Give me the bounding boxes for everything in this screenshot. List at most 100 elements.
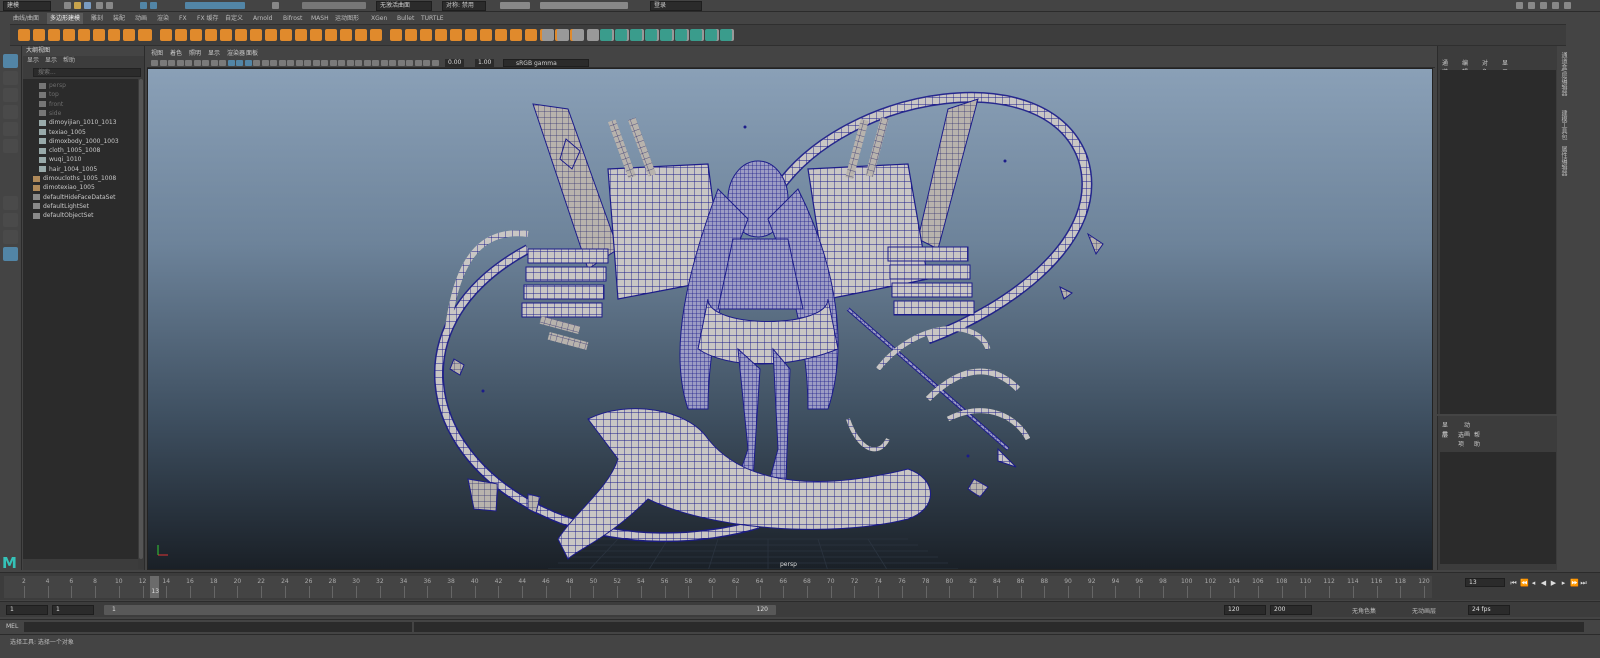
redo-icon[interactable] bbox=[106, 2, 113, 9]
shelf-tab[interactable]: Arnold bbox=[250, 13, 275, 24]
viewport-toolbar-icon[interactable] bbox=[329, 60, 337, 66]
shelf-tool-icon[interactable] bbox=[310, 29, 322, 41]
shelf-tab[interactable]: MASH bbox=[308, 13, 332, 24]
side-tab-modeling-toolkit[interactable]: 建模工具包 bbox=[1560, 110, 1568, 140]
shelf-tool-icon[interactable] bbox=[525, 29, 537, 41]
shelf-tool-icon[interactable] bbox=[572, 29, 584, 41]
go-to-end-icon[interactable]: ⏭ bbox=[1580, 579, 1587, 587]
outliner-item[interactable]: wuqi_1010 bbox=[39, 155, 81, 164]
outliner-scroll-thumb[interactable] bbox=[139, 79, 143, 559]
paint-select-tool-icon[interactable] bbox=[3, 88, 18, 102]
shelf-tool-icon[interactable] bbox=[140, 29, 152, 41]
shelf-tool-icon[interactable] bbox=[48, 29, 60, 41]
symmetry-dropdown[interactable]: 对称: 禁用 bbox=[442, 1, 486, 11]
move-tool-icon[interactable] bbox=[3, 105, 18, 119]
shelf-tab[interactable]: 运动图形 bbox=[332, 13, 362, 24]
viewport-toolbar-icon[interactable] bbox=[202, 60, 209, 66]
3d-viewport[interactable]: persp bbox=[147, 68, 1433, 570]
shelf-tool-icon[interactable] bbox=[160, 29, 172, 41]
shelf-tool-icon[interactable] bbox=[465, 29, 477, 41]
outliner-item[interactable]: hair_1004_1005 bbox=[39, 165, 97, 174]
step-back-frame-icon[interactable]: ◂ bbox=[1530, 579, 1537, 587]
viewport-toolbar-icon[interactable] bbox=[346, 60, 354, 66]
lock-selection-icon[interactable] bbox=[272, 2, 279, 9]
shelf-tool-icon[interactable] bbox=[630, 29, 642, 41]
step-forward-key-icon[interactable]: ⏩ bbox=[1570, 579, 1579, 587]
shelf-tab[interactable]: TURTLE bbox=[418, 13, 447, 24]
shelf-tool-icon[interactable] bbox=[265, 29, 277, 41]
viewport-toolbar-icon[interactable] bbox=[397, 60, 405, 66]
viewport-toolbar-icon[interactable] bbox=[355, 60, 362, 66]
render-icons[interactable] bbox=[540, 2, 628, 9]
shelf-tool-icon[interactable] bbox=[645, 29, 657, 41]
shelf-tool-icon[interactable] bbox=[123, 29, 135, 41]
shelf-tool-icon[interactable] bbox=[660, 29, 672, 41]
settings-icon[interactable] bbox=[1516, 2, 1523, 9]
play-forward-icon[interactable]: ▶ bbox=[1550, 579, 1557, 587]
shelf-tool-icon[interactable] bbox=[510, 29, 522, 41]
quick-layout-icon[interactable] bbox=[3, 247, 18, 261]
viewport-menu-item[interactable]: 视图 bbox=[151, 48, 163, 57]
viewport-menu-item[interactable]: 面板 bbox=[246, 48, 258, 57]
shelf-tool-icon[interactable] bbox=[542, 29, 554, 41]
viewport-toolbar-icon[interactable] bbox=[304, 60, 311, 66]
shelf-tool-icon[interactable] bbox=[587, 29, 599, 41]
viewport-menu-item[interactable]: 显示 bbox=[208, 48, 220, 57]
viewport-toolbar-icon[interactable] bbox=[270, 60, 277, 66]
shelf-tab[interactable]: Bifrost bbox=[280, 13, 305, 24]
color-space-dropdown[interactable]: sRGB gamma bbox=[503, 59, 589, 67]
go-to-start-icon[interactable]: ⏮ bbox=[1510, 579, 1517, 587]
viewport-toolbar-icon[interactable] bbox=[244, 60, 252, 66]
shelf-tab[interactable]: Bullet bbox=[394, 13, 417, 24]
shelf-tab[interactable]: 雕刻 bbox=[88, 13, 106, 24]
open-scene-icon[interactable] bbox=[74, 2, 81, 9]
shelf-tool-icon[interactable] bbox=[190, 29, 202, 41]
shelf-tab[interactable]: 曲线/曲面 bbox=[10, 13, 42, 24]
viewport-toolbar-icon[interactable] bbox=[372, 60, 379, 66]
shelf-tool-icon[interactable] bbox=[600, 29, 612, 41]
single-view-layout-icon[interactable] bbox=[3, 196, 18, 210]
shelf-tool-icon[interactable] bbox=[405, 29, 417, 41]
live-surface-field[interactable]: 无激活曲面 bbox=[376, 1, 432, 11]
viewport-toolbar-icon[interactable] bbox=[295, 60, 303, 66]
shelf-tab[interactable]: 动画 bbox=[132, 13, 150, 24]
shelf-tool-icon[interactable] bbox=[435, 29, 447, 41]
viewport-toolbar-icon[interactable] bbox=[168, 60, 175, 66]
shelf-tool-icon[interactable] bbox=[705, 29, 717, 41]
outliner-menu-item[interactable]: 显示 bbox=[45, 56, 57, 65]
shelf-tool-icon[interactable] bbox=[63, 29, 75, 41]
select-object-icon[interactable] bbox=[150, 2, 157, 9]
outliner-item[interactable]: top bbox=[39, 90, 59, 99]
shelf-tool-icon[interactable] bbox=[450, 29, 462, 41]
outliner-item[interactable]: front bbox=[39, 100, 63, 109]
layer-editor-menu-item[interactable]: 层 bbox=[1442, 430, 1448, 439]
shelf-tool-icon[interactable] bbox=[280, 29, 292, 41]
outliner-item[interactable]: dimoyijian_1010_1013 bbox=[39, 118, 117, 127]
selection-mask-icons[interactable] bbox=[185, 2, 245, 9]
shelf-tool-icon[interactable] bbox=[720, 29, 732, 41]
outliner-item[interactable]: defaultLightSet bbox=[33, 202, 89, 211]
playback-end-field[interactable]: 120 bbox=[1224, 605, 1266, 615]
shelf-tool-icon[interactable] bbox=[675, 29, 687, 41]
viewport-toolbar-icon[interactable] bbox=[219, 60, 226, 66]
outliner-menu-item[interactable]: 帮助 bbox=[63, 56, 75, 65]
shelf-tool-icon[interactable] bbox=[557, 29, 569, 41]
current-frame-field[interactable]: 13 bbox=[1465, 578, 1505, 587]
shelf-tool-icon[interactable] bbox=[325, 29, 337, 41]
channel-box-icon[interactable] bbox=[1564, 2, 1571, 9]
rotate-tool-icon[interactable] bbox=[3, 122, 18, 136]
exposure-field[interactable]: 0.00 bbox=[445, 59, 465, 67]
construction-history-icons[interactable] bbox=[500, 2, 530, 9]
viewport-toolbar-icon[interactable] bbox=[176, 60, 184, 66]
viewport-toolbar-icon[interactable] bbox=[159, 60, 167, 66]
viewport-menu-item[interactable]: 渲染器 bbox=[227, 48, 245, 57]
outliner-search-input[interactable]: 搜索... bbox=[33, 68, 141, 77]
user-login-dropdown[interactable]: 登录 bbox=[650, 1, 702, 11]
outliner-item[interactable]: defaultObjectSet bbox=[33, 211, 94, 220]
viewport-toolbar-icon[interactable] bbox=[185, 60, 192, 66]
command-input[interactable] bbox=[24, 622, 412, 632]
viewport-toolbar-icon[interactable] bbox=[287, 60, 294, 66]
save-scene-icon[interactable] bbox=[84, 2, 91, 9]
gamma-field[interactable]: 1.00 bbox=[475, 59, 495, 67]
layer-editor-tab[interactable]: 动画 bbox=[1464, 420, 1470, 438]
